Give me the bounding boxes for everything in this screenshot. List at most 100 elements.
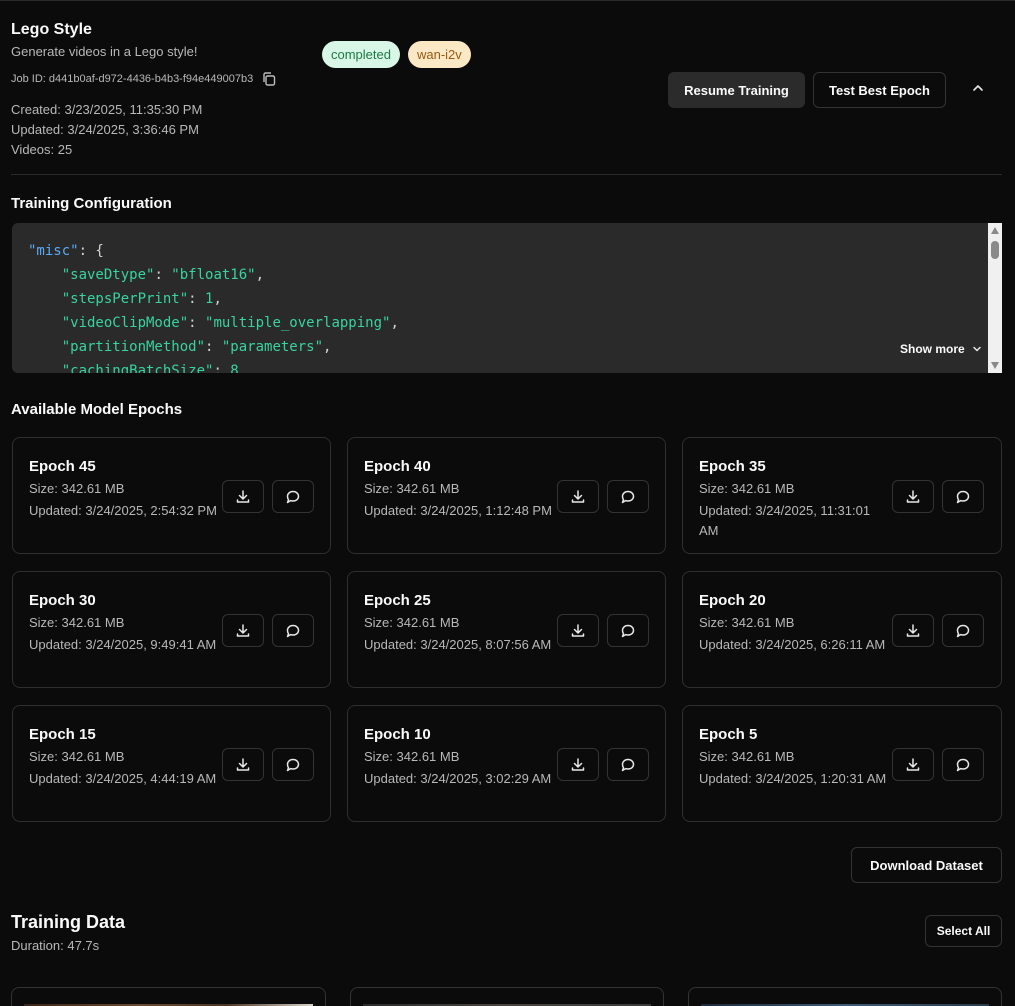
job-description: Generate videos in a Lego style! <box>11 44 198 59</box>
updated-date: Updated: 3/24/2025, 3:36:46 PM <box>11 122 199 137</box>
test-epoch-button[interactable] <box>607 748 649 781</box>
status-badges: completed wan-i2v <box>322 41 471 68</box>
job-meta: Created: 3/23/2025, 11:35:30 PM Updated:… <box>11 100 202 160</box>
video-thumbnail[interactable] <box>688 987 1002 1006</box>
config-code: "misc": { "saveDtype": "bfloat16", "step… <box>28 243 399 373</box>
download-epoch-button[interactable] <box>557 480 599 513</box>
test-best-epoch-button[interactable]: Test Best Epoch <box>813 72 946 108</box>
training-config-heading: Training Configuration <box>11 195 172 212</box>
epoch-card: Epoch 35 Size: 342.61 MB Updated: 3/24/2… <box>682 437 1002 554</box>
epoch-name: Epoch 20 <box>699 592 766 609</box>
code-scrollbar[interactable] <box>988 223 1002 373</box>
epoch-name: Epoch 15 <box>29 726 96 743</box>
job-id-row: Job ID: d441b0af-d972-4436-b4b3-f94e4490… <box>11 71 277 87</box>
epoch-size: Size: 342.61 MB <box>364 749 460 764</box>
epoch-card: Epoch 25 Size: 342.61 MB Updated: 3/24/2… <box>347 571 666 688</box>
epoch-name: Epoch 10 <box>364 726 431 743</box>
config-code-block[interactable]: "misc": { "saveDtype": "bfloat16", "step… <box>12 223 1002 373</box>
download-icon <box>571 489 585 503</box>
epoch-updated: Updated: 3/24/2025, 4:44:19 AM <box>29 771 217 786</box>
created-date: Created: 3/23/2025, 11:35:30 PM <box>11 102 203 117</box>
download-icon <box>236 623 250 637</box>
job-detail-panel: Lego Style Generate videos in a Lego sty… <box>0 0 1015 1006</box>
chat-bubble-icon <box>621 624 635 637</box>
show-more-label: Show more <box>900 342 965 356</box>
download-icon <box>236 489 250 503</box>
epoch-size: Size: 342.61 MB <box>699 481 795 496</box>
epoch-card: Epoch 30 Size: 342.61 MB Updated: 3/24/2… <box>12 571 331 688</box>
epoch-name: Epoch 40 <box>364 458 431 475</box>
chevron-up-icon[interactable] <box>968 78 988 98</box>
download-icon <box>906 623 920 637</box>
chat-bubble-icon <box>956 624 970 637</box>
test-epoch-button[interactable] <box>942 480 984 513</box>
video-count: Videos: 25 <box>11 142 73 157</box>
epoch-size: Size: 342.61 MB <box>699 615 795 630</box>
test-epoch-button[interactable] <box>942 614 984 647</box>
epoch-name: Epoch 45 <box>29 458 96 475</box>
epoch-size: Size: 342.61 MB <box>29 481 125 496</box>
epoch-updated: Updated: 3/24/2025, 1:12:48 PM <box>364 503 552 518</box>
download-epoch-button[interactable] <box>557 614 599 647</box>
test-epoch-button[interactable] <box>272 748 314 781</box>
epoch-card: Epoch 45 Size: 342.61 MB Updated: 3/24/2… <box>12 437 331 554</box>
epoch-name: Epoch 5 <box>699 726 758 743</box>
download-epoch-button[interactable] <box>892 614 934 647</box>
download-dataset-button[interactable]: Download Dataset <box>851 847 1002 883</box>
chat-bubble-icon <box>621 758 635 771</box>
chat-bubble-icon <box>286 758 300 771</box>
test-epoch-button[interactable] <box>607 614 649 647</box>
show-more-button[interactable]: Show more <box>900 342 983 356</box>
epoch-card: Epoch 10 Size: 342.61 MB Updated: 3/24/2… <box>347 705 666 822</box>
chat-bubble-icon <box>956 490 970 503</box>
resume-training-button[interactable]: Resume Training <box>668 72 805 108</box>
epoch-size: Size: 342.61 MB <box>29 749 125 764</box>
epoch-updated: Updated: 3/24/2025, 11:31:01 AM <box>699 503 871 538</box>
download-epoch-button[interactable] <box>892 748 934 781</box>
job-title: Lego Style <box>11 21 92 38</box>
download-epoch-button[interactable] <box>222 614 264 647</box>
select-all-button[interactable]: Select All <box>925 915 1002 947</box>
video-thumbnail[interactable] <box>11 987 326 1006</box>
chat-bubble-icon <box>956 758 970 771</box>
epoch-name: Epoch 35 <box>699 458 766 475</box>
epoch-updated: Updated: 3/24/2025, 1:20:31 AM <box>699 771 887 786</box>
test-epoch-button[interactable] <box>942 748 984 781</box>
header-divider <box>11 174 1002 175</box>
download-icon <box>571 757 585 771</box>
test-epoch-button[interactable] <box>272 614 314 647</box>
epoch-card: Epoch 20 Size: 342.61 MB Updated: 3/24/2… <box>682 571 1002 688</box>
download-epoch-button[interactable] <box>557 748 599 781</box>
download-epoch-button[interactable] <box>222 480 264 513</box>
epoch-size: Size: 342.61 MB <box>29 615 125 630</box>
epoch-size: Size: 342.61 MB <box>364 481 460 496</box>
epoch-card: Epoch 5 Size: 342.61 MB Updated: 3/24/20… <box>682 705 1002 822</box>
scroll-thumb[interactable] <box>991 241 999 259</box>
training-data-heading: Training Data <box>11 912 126 932</box>
model-badge: wan-i2v <box>407 41 471 68</box>
download-icon <box>906 757 920 771</box>
epoch-updated: Updated: 3/24/2025, 9:49:41 AM <box>29 637 217 652</box>
epoch-size: Size: 342.61 MB <box>699 749 795 764</box>
download-icon <box>571 623 585 637</box>
download-icon <box>906 489 920 503</box>
epoch-name: Epoch 30 <box>29 592 96 609</box>
download-epoch-button[interactable] <box>222 748 264 781</box>
video-thumbnail[interactable] <box>350 987 664 1006</box>
test-epoch-button[interactable] <box>607 480 649 513</box>
epoch-updated: Updated: 3/24/2025, 6:26:11 AM <box>699 637 886 652</box>
epochs-heading: Available Model Epochs <box>11 401 183 418</box>
chevron-down-icon <box>972 346 981 352</box>
status-badge: completed <box>322 41 400 68</box>
epoch-name: Epoch 25 <box>364 592 431 609</box>
copy-icon[interactable] <box>261 71 277 87</box>
epoch-card: Epoch 40 Size: 342.61 MB Updated: 3/24/2… <box>347 437 666 554</box>
test-epoch-button[interactable] <box>272 480 314 513</box>
scroll-up-arrow-icon[interactable] <box>991 227 999 234</box>
epoch-size: Size: 342.61 MB <box>364 615 460 630</box>
download-epoch-button[interactable] <box>892 480 934 513</box>
epoch-updated: Updated: 3/24/2025, 3:02:29 AM <box>364 771 552 786</box>
download-icon <box>236 757 250 771</box>
scroll-down-arrow-icon[interactable] <box>991 362 999 369</box>
chat-bubble-icon <box>286 490 300 503</box>
